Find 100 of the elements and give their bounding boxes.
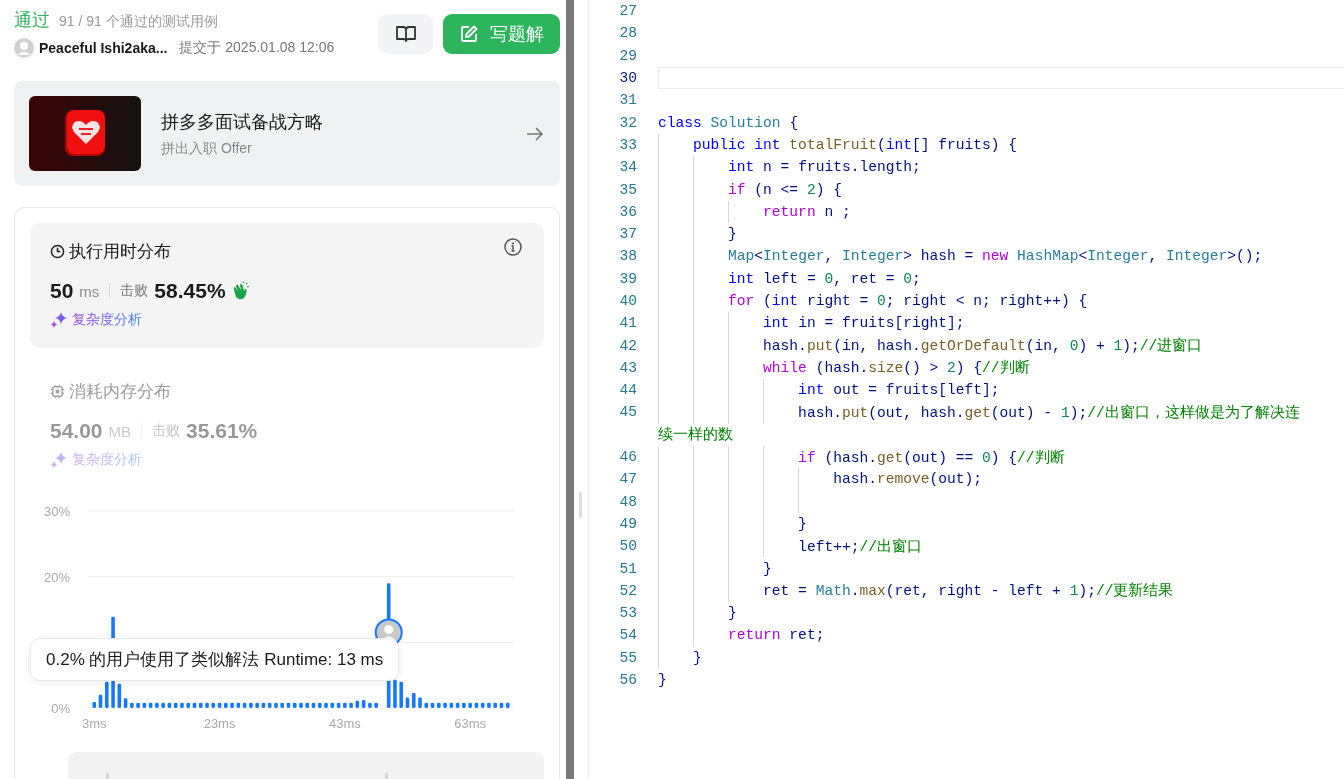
status-text: 通过 xyxy=(14,9,50,32)
chart-bar xyxy=(299,702,303,708)
x-axis-label: 43ms xyxy=(328,716,361,731)
code-line: } xyxy=(692,649,702,666)
chart-bar xyxy=(274,702,278,708)
code-line: Map<Integer, Integer> hash = new HashMap<Integer, Integer>(); xyxy=(727,248,1263,265)
chart-bar xyxy=(343,702,347,708)
chart-bar xyxy=(105,681,109,708)
line-number: 42 xyxy=(619,337,637,354)
stat-value: 54.00 xyxy=(50,419,103,443)
submit-time: 提交于 2025.01.08 12:06 xyxy=(179,39,335,57)
chart-bar xyxy=(462,702,466,708)
line-number: 44 xyxy=(619,382,637,399)
x-axis-label: 63ms xyxy=(454,716,487,731)
x-axis-label: 23ms xyxy=(203,716,236,731)
chart-bar xyxy=(155,702,159,708)
code-line: if (hash.get(out) == 0) {//判断 xyxy=(797,448,1065,467)
chart-bar xyxy=(224,702,228,708)
chart-bar xyxy=(443,702,447,708)
scrollbar[interactable] xyxy=(566,0,574,779)
code-line: hash.put(in, hash.getOrDefault(in, 0) + 1);//进窗口 xyxy=(762,336,1203,356)
code-line: hash.remove(out); xyxy=(832,471,983,488)
sparkle-icon xyxy=(50,451,68,469)
code-line: int in = fruits[right]; xyxy=(762,315,965,332)
line-number: 40 xyxy=(619,293,637,309)
book-icon xyxy=(394,25,417,43)
chart-bar xyxy=(130,702,134,708)
code-line: return ret; xyxy=(727,627,825,644)
line-number: 29 xyxy=(619,47,637,64)
x-axis-label: 3ms xyxy=(82,716,107,731)
line-number: 51 xyxy=(619,560,637,577)
line-number: 53 xyxy=(619,605,637,622)
chart-bar xyxy=(468,702,472,708)
stat-panel[interactable]: 执行用时分布 50 ms 击败 58.45% 复杂度分析 xyxy=(30,223,544,348)
y-axis-label: 20% xyxy=(43,569,70,585)
user-name[interactable]: Peaceful Ishi2aka... xyxy=(39,40,168,56)
chart-bar xyxy=(437,702,441,708)
chip-icon xyxy=(50,383,65,399)
book-button[interactable] xyxy=(378,14,433,54)
code-line: 续一样的数 xyxy=(658,425,733,445)
chart-bar xyxy=(249,702,253,708)
chart-bar xyxy=(493,702,497,708)
line-number: 41 xyxy=(619,315,637,332)
line-number: 45 xyxy=(619,404,637,421)
line-number: 47 xyxy=(619,471,637,488)
y-axis-label: 30% xyxy=(43,504,70,519)
line-number: 55 xyxy=(619,649,637,666)
stat-title: 消耗内存分布 xyxy=(69,380,172,403)
line-number: 52 xyxy=(619,582,637,599)
chart-bar xyxy=(230,702,234,708)
chart-tooltip: 0.2% 的用户使用了类似解法 Runtime: 13 ms xyxy=(30,638,400,681)
line-number: 50 xyxy=(619,538,637,555)
chart-bar xyxy=(280,702,284,708)
promo-subtitle: 拼出入职 Offer xyxy=(161,139,253,158)
line-number: 39 xyxy=(619,270,637,287)
code-line: return n ; xyxy=(762,203,851,220)
chart-bar xyxy=(349,702,353,708)
line-number: 34 xyxy=(619,159,637,176)
code-line: int out = fruits[left]; xyxy=(797,382,1000,399)
avatar-icon xyxy=(14,38,34,58)
y-axis-label: 0% xyxy=(51,701,70,716)
code-line: } xyxy=(727,605,737,622)
code-line: int left = 0, ret = 0; xyxy=(727,270,921,287)
code-line: left++;//出窗口 xyxy=(797,537,922,556)
line-number: 28 xyxy=(619,25,637,42)
line-number: 33 xyxy=(619,136,637,153)
line-number: 56 xyxy=(619,672,637,689)
info-icon[interactable] xyxy=(504,238,522,256)
pencil-icon xyxy=(459,25,478,43)
line-number: 32 xyxy=(619,114,637,131)
code-line: int n = fruits.length; xyxy=(727,159,921,176)
chart-bar xyxy=(205,702,209,708)
line-number: 30 xyxy=(619,70,637,87)
splitter-handle[interactable] xyxy=(579,492,582,518)
chart-bar xyxy=(487,702,491,708)
line-number: 49 xyxy=(619,515,637,532)
chart-bar xyxy=(393,679,397,708)
code-line: } xyxy=(797,515,807,532)
code-line: if (n <= 2) { xyxy=(727,181,842,198)
line-number: 43 xyxy=(619,359,637,376)
line-number: 48 xyxy=(619,493,637,510)
code-line: public int totalFruit(int[] fruits) { xyxy=(692,136,1018,153)
beats-label: 击败 xyxy=(152,422,181,440)
chart-bar xyxy=(136,702,140,708)
line-number: 31 xyxy=(619,92,637,109)
promo-card[interactable]: 拼多多面试备战方略 拼出入职 Offer xyxy=(14,81,560,186)
stat-value: 50 xyxy=(50,279,74,303)
code-line: ret = Math.max(ret, right - left + 1);//更新结果 xyxy=(762,581,1174,601)
sparkle-icon xyxy=(50,311,68,329)
write-solution-button[interactable]: 写题解 xyxy=(443,14,560,54)
complexity-analysis-link[interactable]: 复杂度分析 xyxy=(72,311,142,329)
beats-percent: 58.45% xyxy=(154,279,226,303)
line-number: 54 xyxy=(619,627,637,644)
code-line: hash.put(out, hash.get(out) - 1);//出窗口，这样做是为了解决连 xyxy=(797,403,1300,422)
chart-bar xyxy=(324,702,328,708)
line-number: 36 xyxy=(619,203,637,220)
arrow-right-icon xyxy=(526,125,544,142)
code-line: } xyxy=(727,226,737,243)
code-line: class Solution { xyxy=(658,114,799,131)
code-line: for (int right = 0; right < n; right++) { xyxy=(727,293,1088,309)
